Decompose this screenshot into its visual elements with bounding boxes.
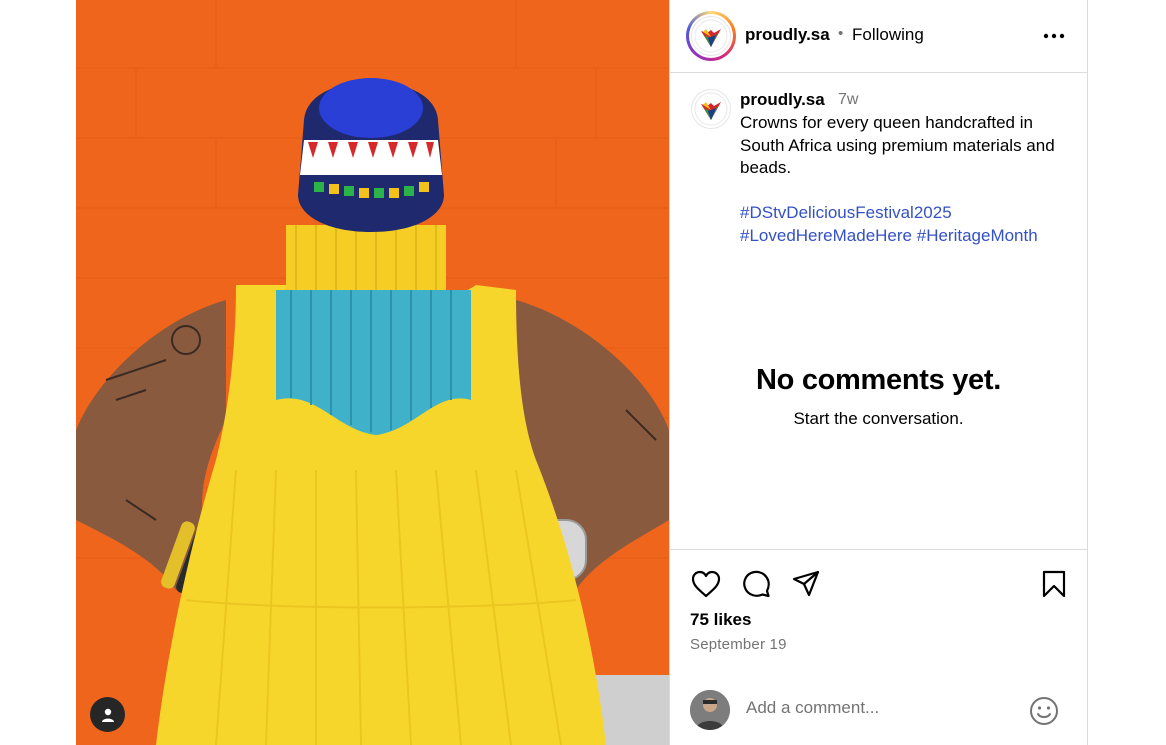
caption-text: Crowns for every queen handcrafted in So… — [740, 113, 1055, 177]
proudly-sa-logo-icon — [694, 92, 728, 126]
comment-icon — [743, 570, 770, 598]
caption-timestamp[interactable]: 7w — [838, 91, 858, 109]
user-avatar[interactable] — [690, 690, 730, 730]
post-photo-illustration — [76, 0, 669, 745]
more-horizontal-icon — [1043, 33, 1065, 39]
bookmark-icon — [1042, 570, 1066, 598]
caption-avatar[interactable] — [691, 89, 731, 129]
heart-icon — [691, 570, 721, 598]
post-header: proudly.sa • Following — [670, 0, 1087, 73]
post-date[interactable]: September 19 — [690, 636, 787, 653]
proudly-sa-logo-icon — [694, 19, 728, 53]
user-photo — [690, 690, 730, 730]
more-options-button[interactable] — [1040, 25, 1070, 47]
comment-input[interactable] — [746, 698, 1016, 718]
emoji-icon — [1030, 697, 1058, 725]
emoji-button[interactable] — [1028, 695, 1060, 727]
header-separator: • — [838, 25, 844, 42]
post-details-panel: proudly.sa • Following proudly.sa 7w Cro… — [669, 0, 1088, 745]
post-image[interactable] — [76, 0, 669, 745]
tagged-users-button[interactable] — [90, 697, 125, 732]
send-icon — [792, 570, 820, 597]
hashtag-link[interactable]: #LovedHereMadeHere — [740, 226, 912, 245]
no-comments-subtitle: Start the conversation. — [793, 409, 964, 428]
likes-count[interactable]: 75 likes — [690, 610, 751, 630]
caption-username[interactable]: proudly.sa — [740, 90, 825, 110]
comment-button[interactable] — [740, 568, 772, 600]
hashtag-link[interactable]: #DStvDeliciousFestival2025 — [740, 203, 952, 222]
header-username[interactable]: proudly.sa — [745, 25, 830, 45]
hashtag-link[interactable]: #HeritageMonth — [917, 226, 1038, 245]
following-button[interactable]: Following — [852, 25, 924, 45]
no-comments-title: No comments yet. — [756, 364, 1001, 396]
like-button[interactable] — [690, 568, 722, 600]
avatar[interactable] — [691, 16, 731, 56]
save-button[interactable] — [1038, 568, 1070, 600]
actions-divider — [670, 549, 1087, 550]
story-ring[interactable] — [686, 11, 736, 61]
caption-hashtags: #DStvDeliciousFestival2025 #LovedHereMad… — [740, 202, 1075, 247]
share-button[interactable] — [790, 568, 822, 600]
person-icon — [101, 708, 114, 722]
